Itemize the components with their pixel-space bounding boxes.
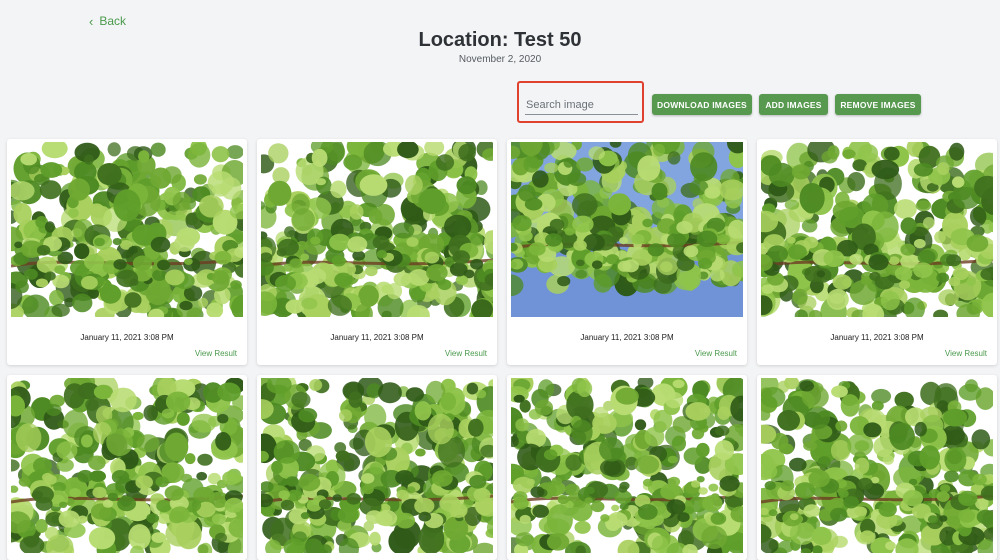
chevron-left-icon: ‹: [89, 13, 94, 29]
search-input[interactable]: [525, 95, 638, 115]
image-timestamp: January 11, 2021 3:08 PM: [80, 333, 174, 342]
remove-images-button[interactable]: REMOVE IMAGES: [835, 94, 921, 115]
image-timestamp: January 11, 2021 3:08 PM: [330, 333, 424, 342]
vine-photo[interactable]: [761, 378, 993, 553]
image-card: [757, 375, 997, 560]
page: ‹ Back Location: Test 50 November 2, 202…: [0, 0, 1000, 560]
search-highlight-box: [517, 81, 644, 123]
view-result-link[interactable]: View Result: [195, 349, 237, 358]
download-images-button[interactable]: DOWNLOAD IMAGES: [652, 94, 752, 115]
page-title: Location: Test 50: [418, 29, 582, 51]
add-images-button[interactable]: ADD IMAGES: [759, 94, 828, 115]
vine-photo[interactable]: [761, 142, 993, 317]
image-card: [7, 375, 247, 560]
view-result-link[interactable]: View Result: [945, 349, 987, 358]
back-label: Back: [99, 14, 127, 28]
image-card: [507, 375, 747, 560]
image-card: January 11, 2021 3:08 PM View Result: [507, 139, 747, 365]
view-result-link[interactable]: View Result: [445, 349, 487, 358]
image-timestamp: January 11, 2021 3:08 PM: [580, 333, 674, 342]
vine-photo[interactable]: [511, 378, 743, 553]
image-card: January 11, 2021 3:08 PM View Result: [757, 139, 997, 365]
vine-photo[interactable]: [261, 378, 493, 553]
image-card: [257, 375, 497, 560]
image-card: January 11, 2021 3:08 PM View Result: [257, 139, 497, 365]
image-card: January 11, 2021 3:08 PM View Result: [7, 139, 247, 365]
vine-photo[interactable]: [511, 142, 743, 317]
image-timestamp: January 11, 2021 3:08 PM: [830, 333, 924, 342]
vine-photo[interactable]: [261, 142, 493, 317]
vine-photo[interactable]: [11, 378, 243, 553]
back-link[interactable]: ‹ Back: [89, 14, 126, 28]
page-date: November 2, 2020: [458, 54, 542, 65]
view-result-link[interactable]: View Result: [695, 349, 737, 358]
vine-photo[interactable]: [11, 142, 243, 317]
